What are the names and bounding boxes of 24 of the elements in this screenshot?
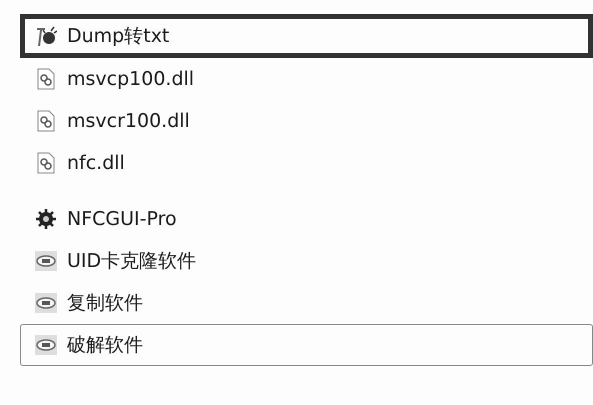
file-name: NFCGUI-Pro (67, 208, 177, 230)
file-name: UID卡克隆软件 (67, 249, 196, 274)
file-name: 复制软件 (67, 291, 143, 316)
file-gear-icon (35, 110, 57, 132)
file-name: 破解软件 (67, 333, 143, 358)
file-item[interactable]: 破解软件 (20, 324, 593, 366)
file-item[interactable]: msvcp100.dll (20, 58, 593, 100)
file-item[interactable]: nfc.dll (20, 142, 593, 184)
file-item[interactable]: 复制软件 (20, 282, 593, 324)
file-name: nfc.dll (67, 152, 125, 174)
file-item[interactable]: UID卡克隆软件 (20, 240, 593, 282)
file-name: msvcp100.dll (67, 68, 194, 90)
card-icon (35, 250, 57, 272)
file-item[interactable]: NFCGUI-Pro (20, 198, 593, 240)
card-icon (35, 292, 57, 314)
file-name: Dump转txt (67, 24, 170, 49)
file-item[interactable]: msvcr100.dll (20, 100, 593, 142)
file-item[interactable]: Dump转txt (20, 14, 593, 58)
file-name: msvcr100.dll (67, 110, 190, 132)
file-gear-icon (35, 152, 57, 174)
bug-icon (35, 25, 57, 47)
gear-icon (35, 208, 57, 230)
card-icon (35, 334, 57, 356)
file-gear-icon (35, 68, 57, 90)
